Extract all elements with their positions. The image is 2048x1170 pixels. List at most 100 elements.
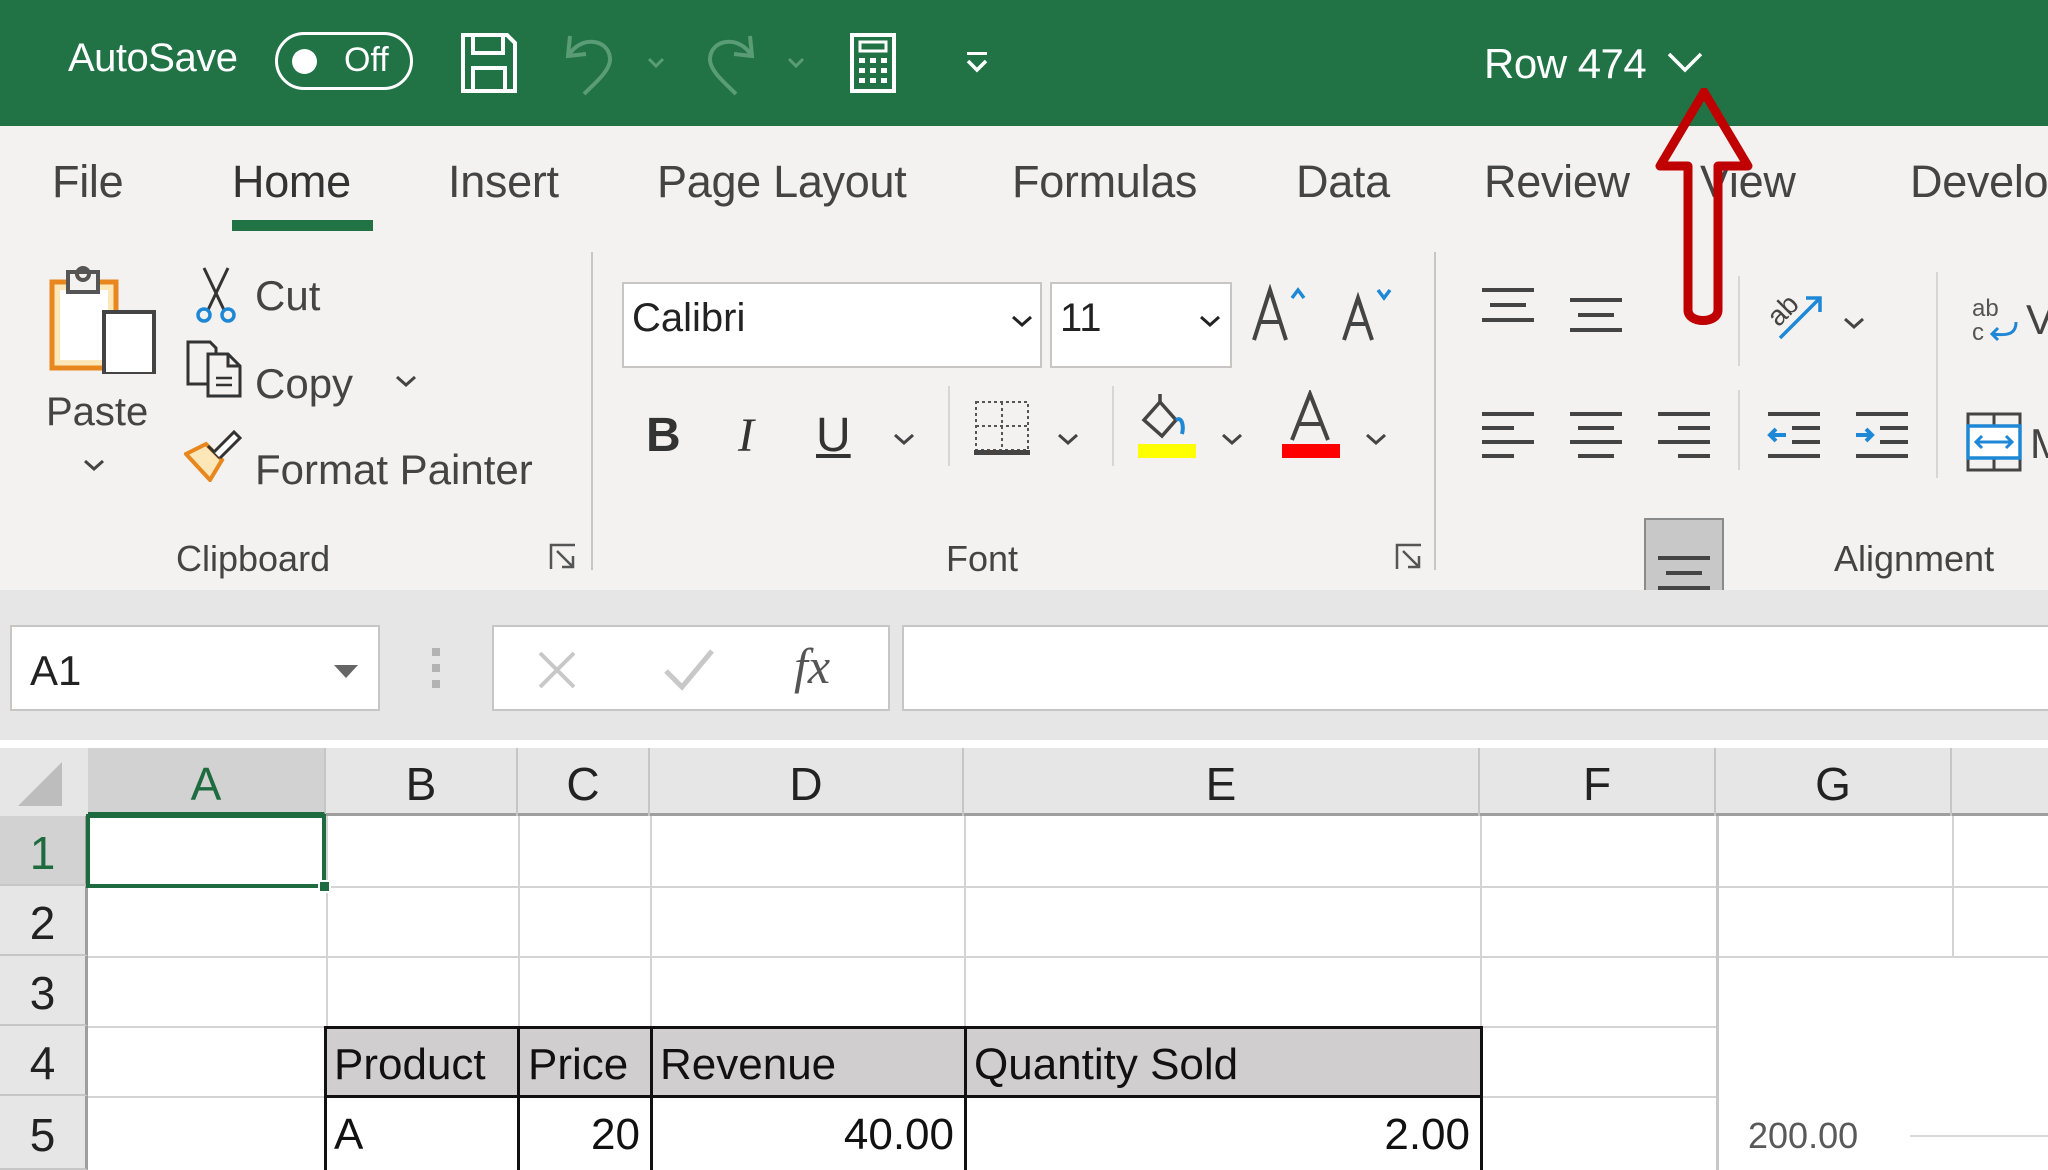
chevron-down-icon <box>1222 433 1242 446</box>
undo-icon <box>565 35 612 96</box>
decrease-font-icon <box>1342 288 1392 341</box>
bold-button[interactable]: B <box>646 408 681 463</box>
wrap-text-button[interactable]: V <box>2026 296 2048 344</box>
increase-indent-button[interactable] <box>1854 410 1910 466</box>
formula-bar-resize-handle[interactable] <box>432 648 440 688</box>
column-header-g[interactable]: G <box>1716 748 1952 816</box>
undo-dropdown[interactable] <box>644 28 668 98</box>
tab-page-layout[interactable]: Page Layout <box>657 156 907 208</box>
cancel-icon[interactable] <box>534 647 580 693</box>
cut-icon[interactable] <box>194 266 238 324</box>
gridline <box>518 816 520 1026</box>
wrap-text-icon[interactable]: ab c <box>1970 294 2022 346</box>
gridline <box>88 886 2048 888</box>
toggle-knob <box>292 49 317 74</box>
orientation-button[interactable]: ab <box>1762 278 1826 342</box>
decrease-font-size-button[interactable] <box>1340 284 1404 344</box>
header-revenue: Revenue <box>660 1040 837 1089</box>
redo-dropdown[interactable] <box>784 28 808 98</box>
italic-button[interactable]: I <box>738 408 754 463</box>
font-color-icon <box>1282 390 1340 458</box>
top-align-icon <box>1482 288 1534 322</box>
middle-align-button[interactable] <box>1568 296 1624 336</box>
chevron-down-icon <box>84 459 104 472</box>
align-right-button[interactable] <box>1656 410 1712 466</box>
row-header-2[interactable]: 2 <box>0 886 88 956</box>
copy-dropdown[interactable] <box>394 374 418 388</box>
borders-dropdown[interactable] <box>1056 432 1080 446</box>
copy-icon[interactable] <box>184 338 244 400</box>
bottom-align-icon <box>1656 554 1712 594</box>
column-header-a[interactable]: A <box>88 748 326 816</box>
increase-font-icon <box>1252 284 1306 341</box>
redo-button[interactable] <box>700 28 760 98</box>
gridline <box>1952 816 1954 956</box>
title-dropdown[interactable] <box>1665 50 1705 79</box>
row-header-4[interactable]: 4 <box>0 1026 88 1096</box>
fill-color-button[interactable] <box>1136 390 1200 460</box>
tab-insert[interactable]: Insert <box>448 156 559 208</box>
row-header-1[interactable]: 1 <box>0 816 88 886</box>
column-header-c[interactable]: C <box>518 748 650 816</box>
active-tab-indicator <box>232 220 373 231</box>
increase-font-size-button[interactable] <box>1250 284 1314 344</box>
tab-formulas[interactable]: Formulas <box>1012 156 1197 208</box>
autosave-label: AutoSave <box>68 36 238 80</box>
orientation-dropdown[interactable] <box>1842 316 1866 330</box>
font-size-select[interactable]: 11 <box>1050 282 1232 368</box>
tab-file[interactable]: File <box>52 156 124 208</box>
align-center-button[interactable] <box>1568 410 1624 466</box>
column-header-e[interactable]: E <box>964 748 1480 816</box>
svg-text:ab: ab <box>1972 295 1999 322</box>
format-painter-icon[interactable] <box>184 424 242 482</box>
tab-home[interactable]: Home <box>232 156 351 208</box>
insert-function-button[interactable]: fx <box>794 637 830 695</box>
paste-dropdown[interactable] <box>82 458 106 472</box>
font-color-dropdown[interactable] <box>1364 432 1388 446</box>
fill-handle[interactable] <box>318 880 331 893</box>
paste-label[interactable]: Paste <box>46 390 148 435</box>
save-button[interactable] <box>458 28 520 98</box>
underline-dropdown[interactable] <box>892 432 916 446</box>
document-title[interactable]: Row 474 <box>1484 40 1647 88</box>
borders-button[interactable] <box>972 398 1032 458</box>
tab-data[interactable]: Data <box>1296 156 1390 208</box>
column-header-b[interactable]: B <box>326 748 518 816</box>
cut-button[interactable]: Cut <box>255 272 320 320</box>
font-color-button[interactable] <box>1280 390 1344 460</box>
calculator-button[interactable] <box>848 28 898 98</box>
tab-developer[interactable]: Develo <box>1910 156 2048 208</box>
customize-qat-button[interactable] <box>960 28 994 98</box>
clipboard-dialog-launcher[interactable] <box>548 542 578 572</box>
underline-button[interactable]: U <box>816 408 851 463</box>
active-cell-a1[interactable] <box>86 814 326 888</box>
name-box-dropdown-icon[interactable] <box>334 665 358 678</box>
undo-button[interactable] <box>560 28 620 98</box>
cell-product: A <box>334 1110 364 1159</box>
merge-center-icon[interactable] <box>1966 412 2022 472</box>
font-name-select[interactable]: Calibri <box>622 282 1042 368</box>
autosave-toggle[interactable]: Off <box>275 32 413 90</box>
annotation-arrow-icon <box>1655 88 1753 325</box>
format-painter-button[interactable]: Format Painter <box>255 446 533 494</box>
redo-dropdown-icon <box>787 57 805 69</box>
name-box[interactable]: A1 <box>10 625 380 711</box>
copy-button[interactable]: Copy <box>255 360 353 408</box>
top-align-button[interactable] <box>1480 286 1536 326</box>
row-header-5[interactable]: 5 <box>0 1096 88 1170</box>
font-dialog-launcher[interactable] <box>1394 542 1424 572</box>
row-header-3[interactable]: 3 <box>0 956 88 1026</box>
paste-button[interactable] <box>48 264 158 374</box>
align-left-button[interactable] <box>1480 410 1536 466</box>
header-quantity-sold: Quantity Sold <box>974 1040 1239 1089</box>
tab-review[interactable]: Review <box>1484 156 1630 208</box>
column-header-d[interactable]: D <box>650 748 964 816</box>
enter-icon[interactable] <box>662 647 716 693</box>
customize-qat-icon <box>966 52 988 73</box>
fill-color-dropdown[interactable] <box>1220 432 1244 446</box>
merge-center-button[interactable]: M <box>2030 420 2048 468</box>
select-all-icon <box>18 762 62 806</box>
formula-input[interactable] <box>902 625 2048 711</box>
column-header-f[interactable]: F <box>1480 748 1716 816</box>
decrease-indent-button[interactable] <box>1766 410 1822 466</box>
